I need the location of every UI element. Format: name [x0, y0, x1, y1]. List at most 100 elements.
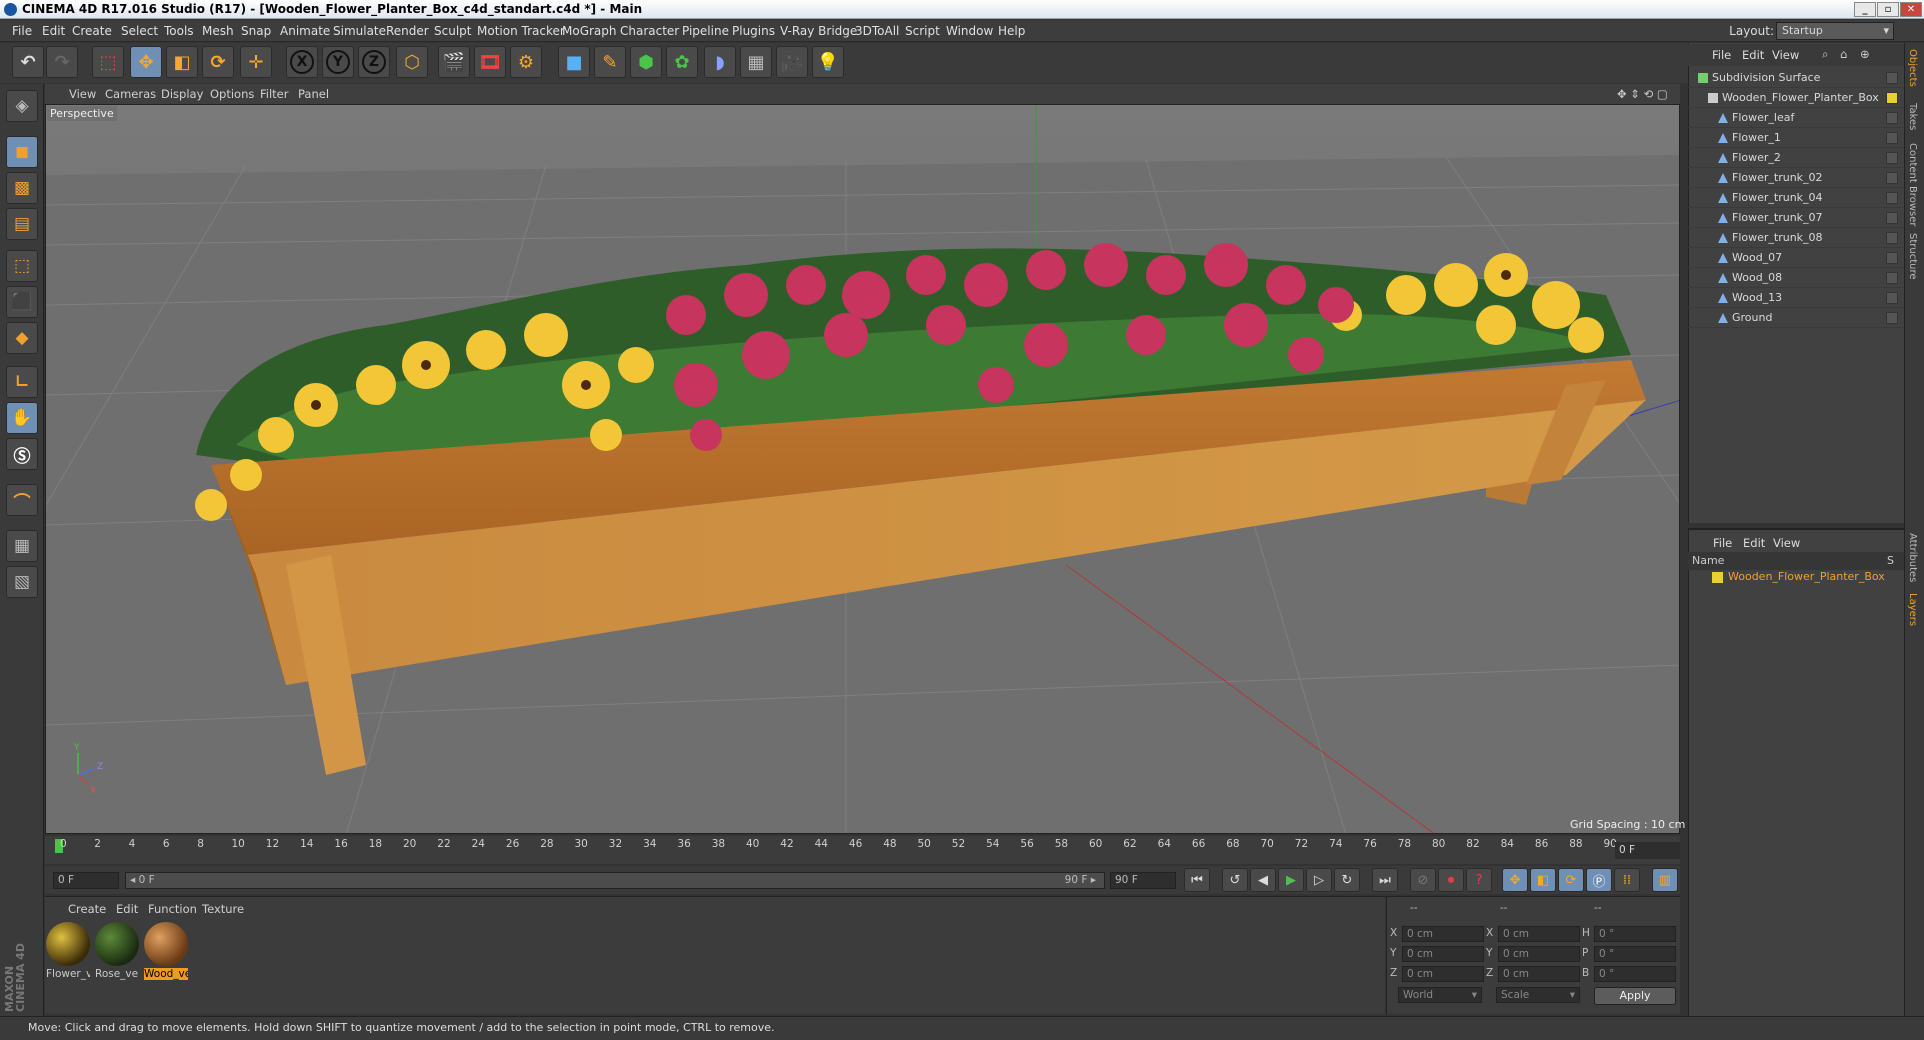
coord-value-field[interactable]: 0 cm [1498, 946, 1580, 962]
minimize-button[interactable]: _ [1854, 2, 1876, 17]
obj-menu-file[interactable]: File [1712, 48, 1731, 62]
viewport-menu-panel[interactable]: Panel [298, 87, 329, 101]
visibility-check-icon[interactable] [1886, 212, 1898, 224]
object-row[interactable]: Flower_trunk_08 [1688, 228, 1904, 248]
make-editable-button[interactable]: ◈ [6, 90, 38, 122]
y-axis-lock-button[interactable]: Y [322, 46, 354, 78]
visibility-check-icon[interactable] [1886, 192, 1898, 204]
coord-mode-dropdown[interactable]: World ▾ [1398, 987, 1482, 1003]
visibility-check-icon[interactable] [1886, 312, 1898, 324]
coord-value-field[interactable]: 0 cm [1498, 966, 1580, 982]
go-to-start-button[interactable]: ⏮ [1184, 868, 1210, 892]
menu-create[interactable]: Create [72, 24, 112, 38]
layer-menu-file[interactable]: File [1713, 536, 1732, 550]
object-row[interactable]: Ground [1688, 308, 1904, 328]
coord-value-field[interactable]: 0 cm [1402, 946, 1484, 962]
menu-mograph[interactable]: MoGraph [562, 24, 617, 38]
coord-value-field[interactable]: 0 ° [1594, 926, 1676, 942]
material-swatch-wood[interactable] [144, 922, 188, 966]
viewport-menu-filter[interactable]: Filter [260, 87, 288, 101]
workplane-lock-button[interactable]: ▦ [6, 530, 38, 562]
home-icon[interactable]: ⌂ [1840, 47, 1847, 61]
menu-window[interactable]: Window [946, 24, 993, 38]
obj-menu-view[interactable]: View [1772, 48, 1799, 62]
scale-tool-button[interactable]: ◧ [166, 46, 198, 78]
object-row[interactable]: Wooden_Flower_Planter_Box [1688, 88, 1904, 108]
menu-mesh[interactable]: Mesh [202, 24, 234, 38]
layer-item-name[interactable]: Wooden_Flower_Planter_Box [1728, 570, 1885, 583]
redo-button[interactable]: ↷ [46, 46, 78, 78]
menu-edit[interactable]: Edit [42, 24, 65, 38]
edges-mode-button[interactable]: ⬛ [6, 286, 38, 318]
current-frame-field[interactable]: 0 F [53, 872, 119, 889]
coordinate-system-button[interactable]: ⬡ [396, 46, 428, 78]
mat-menu-create[interactable]: Create [68, 902, 106, 916]
move-tool-button[interactable]: ✥ [130, 46, 162, 78]
visibility-check-icon[interactable] [1886, 252, 1898, 264]
key-parameter-button[interactable]: Ⓟ [1586, 868, 1612, 892]
tab-layers[interactable]: Layers [1907, 593, 1918, 626]
polygons-mode-button[interactable]: ◆ [6, 322, 38, 354]
previous-frame-button[interactable]: ◀ [1250, 868, 1276, 892]
play-button[interactable]: ▶ [1278, 868, 1304, 892]
object-row[interactable]: Flower_trunk_07 [1688, 208, 1904, 228]
layer-menu-view[interactable]: View [1773, 536, 1800, 550]
layer-color-swatch[interactable] [1712, 572, 1723, 583]
pen-tool-button[interactable]: ✎ [594, 46, 626, 78]
object-row[interactable]: Flower_2 [1688, 148, 1904, 168]
visibility-check-icon[interactable] [1886, 112, 1898, 124]
filter-icon[interactable]: ⊕ [1860, 47, 1870, 61]
menu-animate[interactable]: Animate [280, 24, 330, 38]
menu-file[interactable]: File [12, 24, 32, 38]
close-button[interactable]: ✕ [1900, 2, 1922, 17]
timeline-window-button[interactable]: ▥ [1652, 868, 1678, 892]
viewport-menu-cameras[interactable]: Cameras [105, 87, 156, 101]
record-keys-off-button[interactable]: ⊘ [1410, 868, 1436, 892]
key-scale-button[interactable]: ◧ [1530, 868, 1556, 892]
coord-value-field[interactable]: 0 cm [1498, 926, 1580, 942]
render-settings-button[interactable]: ⚙ [510, 46, 542, 78]
cloner-button[interactable]: ✿ [666, 46, 698, 78]
tab-content-browser[interactable]: Content Browser [1907, 143, 1918, 226]
workplane-mode-button[interactable]: ▤ [6, 208, 38, 240]
timeline-frame-field[interactable]: 0 F [1615, 842, 1680, 859]
layout-dropdown[interactable]: Startup ▾ [1776, 22, 1894, 40]
menu-snap[interactable]: Snap [241, 24, 271, 38]
transform-tool-button[interactable]: ✛ [240, 46, 272, 78]
menu-select[interactable]: Select [121, 24, 158, 38]
points-mode-button[interactable]: ⬚ [6, 250, 38, 282]
snapping-button[interactable]: Ⓢ [6, 438, 38, 470]
menu-pipeline[interactable]: Pipeline [682, 24, 729, 38]
go-to-end-button[interactable]: ⏭ [1372, 868, 1398, 892]
obj-menu-edit[interactable]: Edit [1742, 48, 1764, 62]
x-axis-lock-button[interactable]: X [286, 46, 318, 78]
object-row[interactable]: Flower_1 [1688, 128, 1904, 148]
key-position-button[interactable]: ✥ [1502, 868, 1528, 892]
tab-takes[interactable]: Takes [1907, 103, 1918, 130]
layer-menu-edit[interactable]: Edit [1743, 536, 1765, 550]
mat-menu-texture[interactable]: Texture [202, 902, 244, 916]
floor-object-button[interactable]: ▦ [740, 46, 772, 78]
z-axis-lock-button[interactable]: Z [358, 46, 390, 78]
material-swatch-flower[interactable] [46, 922, 90, 966]
key-pla-button[interactable]: ⁞⁞ [1614, 868, 1640, 892]
coord-value-field[interactable]: 0 ° [1594, 966, 1676, 982]
viewport-menu-view[interactable]: View [69, 87, 96, 101]
visibility-check-icon[interactable] [1886, 92, 1898, 104]
autokey-button[interactable]: ? [1466, 868, 1492, 892]
viewport-3d[interactable]: Y Z X [45, 104, 1680, 834]
object-row[interactable]: Flower_leaf [1688, 108, 1904, 128]
model-mode-button[interactable]: ◼ [6, 136, 38, 168]
coord-value-field[interactable]: 0 cm [1402, 926, 1484, 942]
visibility-check-icon[interactable] [1886, 172, 1898, 184]
rotate-tool-button[interactable]: ⟳ [202, 46, 234, 78]
object-row[interactable]: Wood_08 [1688, 268, 1904, 288]
viewport-camera-label[interactable]: Perspective [47, 106, 117, 121]
menu-3dtoall[interactable]: 3DToAll [855, 24, 899, 38]
key-rotation-button[interactable]: ⟳ [1558, 868, 1584, 892]
apply-button[interactable]: Apply [1594, 987, 1676, 1005]
max-frame-field[interactable]: 90 F [1110, 872, 1176, 889]
viewport-nav-icons[interactable]: ✥ ⇕ ⟲ ▢ [1617, 87, 1668, 101]
menu-motion-tracker[interactable]: Motion Tracker [477, 24, 565, 38]
mat-menu-edit[interactable]: Edit [116, 902, 138, 916]
